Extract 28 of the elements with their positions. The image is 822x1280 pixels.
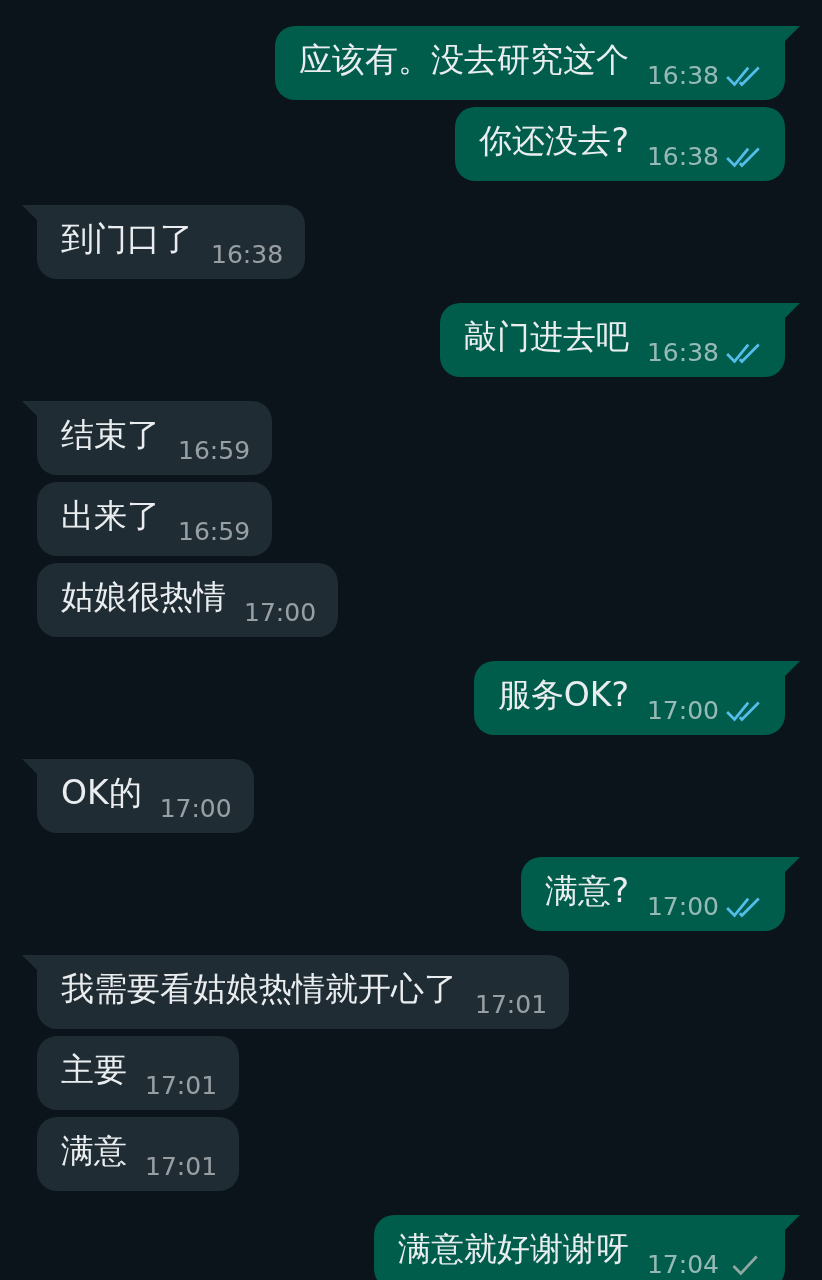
message-text: 服务OK? (497, 674, 629, 716)
message-time: 16:38 (646, 61, 719, 90)
message-text: 应该有。没去研究这个 (298, 39, 629, 81)
message-text: 满意就好谢谢呀 (397, 1228, 629, 1270)
message-text: 你还没去? (479, 120, 629, 162)
message-time: 17:04 (646, 1250, 719, 1279)
message-time: 17:00 (646, 892, 719, 921)
message-time: 17:00 (646, 696, 719, 725)
message-text: 结束了 (61, 414, 160, 456)
message-time: 17:00 (244, 598, 317, 627)
message-text: 出来了 (61, 495, 160, 537)
message-time: 16:59 (178, 436, 251, 465)
message-time: 16:38 (646, 142, 719, 171)
message-time: 17:00 (159, 794, 232, 823)
message-time: 17:01 (145, 1152, 218, 1181)
message-text: 满意 (61, 1130, 127, 1172)
message-time: 16:38 (211, 240, 284, 269)
message-text: 我需要看姑娘热情就开心了 (61, 968, 457, 1010)
message-time: 16:59 (178, 517, 251, 546)
message-text: OK的 (61, 772, 142, 814)
message-time: 17:01 (475, 990, 548, 1019)
message-time: 17:01 (145, 1071, 218, 1100)
message-text: 姑娘很热情 (61, 576, 226, 618)
message-text: 主要 (61, 1049, 127, 1091)
message-text: 敲门进去吧 (463, 316, 629, 358)
message-time: 16:38 (646, 338, 719, 367)
message-text: 满意? (545, 870, 629, 912)
message-text: 到门口了 (61, 218, 193, 260)
